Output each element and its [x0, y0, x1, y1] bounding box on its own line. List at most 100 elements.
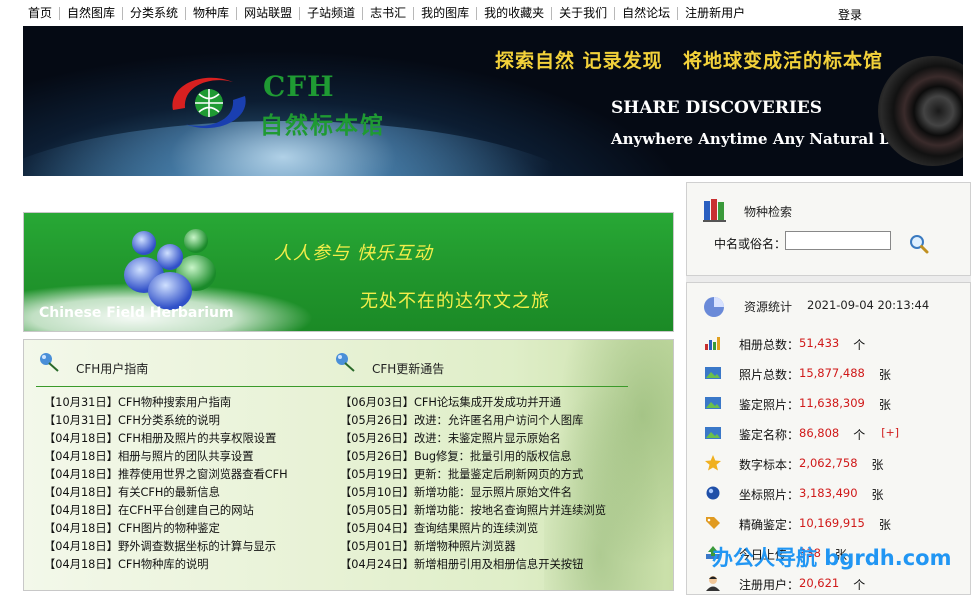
- stat-value: 2,062,758: [799, 456, 858, 470]
- promo-motto-2: 无处不在的达尔文之旅: [360, 291, 550, 312]
- stat-label: 鉴定名称：: [739, 428, 800, 442]
- nav-site-alliance[interactable]: 网站联盟: [237, 6, 301, 20]
- list-item[interactable]: 【05月26日】Bug修复：批量引用的版权信息: [332, 448, 628, 466]
- list-item[interactable]: 【05月01日】新增物种照片浏览器: [332, 538, 628, 556]
- nav-flora-books[interactable]: 志书汇: [363, 6, 415, 20]
- stat-unit: 个: [853, 428, 866, 442]
- list-item[interactable]: 【04月18日】CFH图片的物种鉴定: [36, 520, 332, 538]
- tag-icon: [704, 515, 722, 531]
- stat-albums-count: 相册总数： 51,433 个: [687, 332, 970, 354]
- stat-unit: 个: [853, 578, 866, 592]
- nav-home[interactable]: 首页: [0, 6, 61, 20]
- species-name-label: 中名或俗名：: [714, 237, 787, 251]
- stat-geotagged-photos: 坐标照片： 3,183,490 张: [687, 482, 970, 504]
- banner-slogan-2: 将地球变成活的标本馆: [683, 50, 884, 72]
- stat-unit: 张: [871, 488, 884, 502]
- camera-lens-image: [878, 56, 963, 166]
- list-item[interactable]: 【10月31日】CFH物种搜索用户指南: [36, 394, 332, 412]
- user-guide-section: CFH用户指南 【10月31日】CFH物种搜索用户指南 【10月31日】CFH分…: [36, 340, 332, 574]
- list-item[interactable]: 【04月18日】有关CFH的最新信息: [36, 484, 332, 502]
- banner-slogan-1: 探索自然 记录发现: [495, 50, 663, 72]
- logo-cfh-text: CFH: [263, 70, 335, 103]
- globe-icon: [704, 485, 722, 501]
- nav-taxonomy[interactable]: 分类系统: [123, 6, 187, 20]
- logo-site-name: 自然标本馆: [260, 112, 385, 139]
- banner-share-discoveries: SHARE DISCOVERIES: [611, 98, 823, 118]
- stat-value: 86,808: [799, 426, 840, 440]
- list-item[interactable]: 【06月03日】CFH论坛集成开发成功并开通: [332, 394, 628, 412]
- photo-tag-icon: [704, 425, 722, 441]
- stat-unit: 张: [871, 458, 884, 472]
- nav-my-gallery[interactable]: 我的图库: [414, 6, 478, 20]
- user-guide-title: CFH用户指南: [76, 362, 149, 376]
- watermark-text: 办公人导航 bgrdh.com: [712, 546, 952, 570]
- pushpin-icon: [336, 353, 355, 372]
- list-item[interactable]: 【04月24日】新增相册引用及相册信息开关按钮: [332, 556, 628, 574]
- list-item[interactable]: 【05月10日】新增功能：显示照片原始文件名: [332, 484, 628, 502]
- list-item[interactable]: 【05月26日】改进：允许匿名用户访问个人图库: [332, 412, 628, 430]
- cfh-logo-icon: [172, 77, 246, 129]
- photo-check-icon: [704, 395, 722, 411]
- stat-unit: 张: [878, 398, 891, 412]
- bar-chart-icon: [704, 335, 722, 351]
- expand-names-link[interactable]: [+]: [881, 426, 899, 439]
- nav-species-db[interactable]: 物种库: [186, 6, 238, 20]
- login-link[interactable]: 登录: [838, 6, 862, 23]
- stat-label: 精确鉴定：: [739, 518, 800, 532]
- stat-value: 20,621: [799, 576, 840, 590]
- stat-identified-photos: 鉴定照片： 11,638,309 张: [687, 392, 970, 414]
- books-icon: [703, 199, 726, 222]
- user-icon: [704, 575, 722, 591]
- stat-label: 注册用户：: [739, 578, 800, 592]
- promo-motto-1: 人人参与 快乐互动: [274, 243, 433, 264]
- stat-identified-names: 鉴定名称： 86,808 个 [+]: [687, 422, 970, 444]
- stat-label: 照片总数：: [739, 368, 800, 382]
- promo-banner[interactable]: 人人参与 快乐互动 无处不在的达尔文之旅 Chinese Field Herba…: [23, 212, 674, 332]
- list-item[interactable]: 【04月18日】野外调查数据坐标的计算与显示: [36, 538, 332, 556]
- stat-unit: 张: [878, 368, 891, 382]
- nav-forum[interactable]: 自然论坛: [615, 6, 679, 20]
- nav-register[interactable]: 注册新用户: [678, 6, 752, 20]
- promo-site-name: Chinese Field Herbarium: [39, 305, 234, 321]
- list-item[interactable]: 【04月18日】CFH物种库的说明: [36, 556, 332, 574]
- stat-digital-specimens: 数字标本： 2,062,758 张: [687, 452, 970, 474]
- stat-value: 15,877,488: [799, 366, 865, 380]
- user-guide-header: CFH用户指南: [36, 340, 332, 387]
- news-panel: CFH用户指南 【10月31日】CFH物种搜索用户指南 【10月31日】CFH分…: [23, 339, 674, 591]
- list-item[interactable]: 【05月04日】查询结果照片的连续浏览: [332, 520, 628, 538]
- user-guide-list: 【10月31日】CFH物种搜索用户指南 【10月31日】CFH分类系统的说明 【…: [36, 394, 332, 574]
- stat-photos-count: 照片总数： 15,877,488 张: [687, 362, 970, 384]
- header-banner: CFH 自然标本馆 探索自然 记录发现 将地球变成活的标本馆 SHARE DIS…: [23, 26, 963, 176]
- nav-nature-gallery[interactable]: 自然图库: [60, 6, 124, 20]
- stats-timestamp: 2021-09-04 20:13:44: [807, 298, 930, 312]
- photo-icon: [704, 365, 722, 381]
- stat-value: 51,433: [799, 336, 840, 350]
- nav-sub-sites[interactable]: 子站频道: [300, 6, 364, 20]
- stat-value: 10,169,915: [799, 516, 865, 530]
- list-item[interactable]: 【05月05日】新增功能：按地名查询照片并连续浏览: [332, 502, 628, 520]
- stat-value: 11,638,309: [799, 396, 865, 410]
- list-item[interactable]: 【05月19日】更新：批量鉴定后刷新网页的方式: [332, 466, 628, 484]
- updates-header: CFH更新通告: [332, 340, 628, 387]
- list-item[interactable]: 【05月26日】改进：未鉴定照片显示原始名: [332, 430, 628, 448]
- pie-chart-icon: [704, 297, 724, 317]
- list-item[interactable]: 【10月31日】CFH分类系统的说明: [36, 412, 332, 430]
- species-search-title: 物种检索: [744, 205, 793, 219]
- nav-my-favorites[interactable]: 我的收藏夹: [477, 6, 553, 20]
- list-item[interactable]: 【04月18日】推荐使用世界之窗浏览器查看CFH: [36, 466, 332, 484]
- list-item[interactable]: 【04月18日】相册与照片的团队共享设置: [36, 448, 332, 466]
- stat-label: 坐标照片：: [739, 488, 800, 502]
- list-item[interactable]: 【04月18日】CFH相册及照片的共享权限设置: [36, 430, 332, 448]
- stat-registered-users: 注册用户： 20,621 个: [687, 572, 970, 594]
- top-nav: 首页 自然图库 分类系统 物种库 网站联盟 子站频道 志书汇 我的图库 我的收藏…: [0, 0, 980, 26]
- nav-about[interactable]: 关于我们: [552, 6, 616, 20]
- species-search-box: 物种检索 中名或俗名：: [686, 182, 971, 276]
- stat-label: 数字标本：: [739, 458, 800, 472]
- resource-stats-title: 资源统计: [744, 300, 793, 314]
- stat-label: 鉴定照片：: [739, 398, 800, 412]
- users-group-icon: [124, 229, 216, 310]
- stat-value: 3,183,490: [799, 486, 858, 500]
- search-icon[interactable]: [909, 234, 929, 254]
- list-item[interactable]: 【04月18日】在CFH平台创建自己的网站: [36, 502, 332, 520]
- species-name-input[interactable]: [785, 231, 891, 250]
